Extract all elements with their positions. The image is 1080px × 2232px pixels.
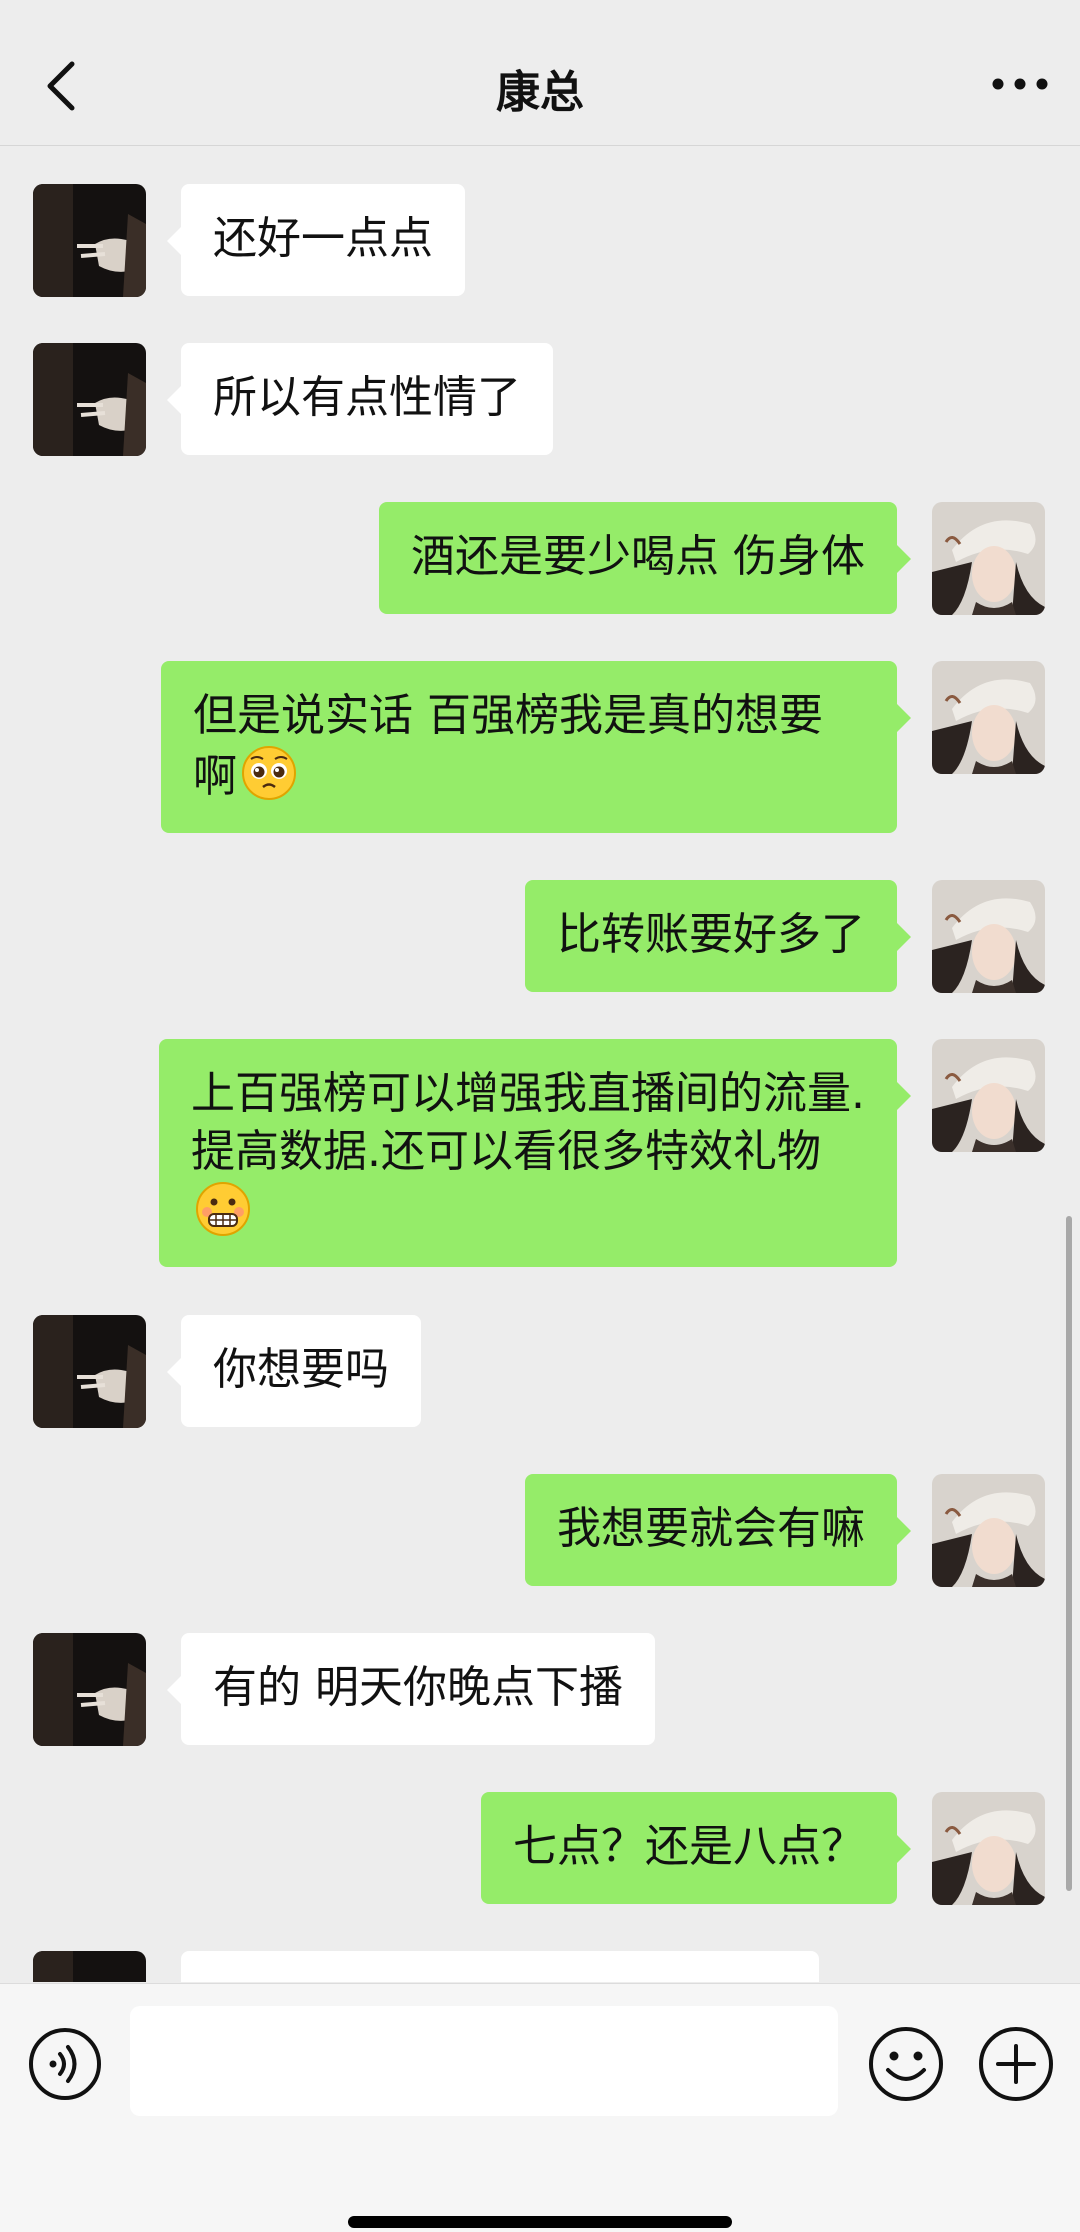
contact-avatar[interactable] (33, 1633, 146, 1746)
incoming-message[interactable]: 还好一点点 (167, 184, 465, 296)
message-text: 比转账要好多了 (557, 909, 865, 960)
contact-avatar[interactable] (33, 1315, 146, 1428)
contact-avatar[interactable] (33, 184, 146, 297)
pleading-face-emoji (242, 746, 296, 800)
my-avatar[interactable] (932, 502, 1045, 615)
scrollbar[interactable] (1066, 1216, 1072, 1891)
voice-icon[interactable] (27, 2026, 103, 2102)
message-text: 七点？还是八点？ (513, 1821, 865, 1872)
my-avatar[interactable] (932, 880, 1045, 993)
incoming-message[interactable]: 你想要吗 (167, 1315, 421, 1427)
contact-avatar[interactable] (33, 343, 146, 456)
message-input[interactable] (130, 2006, 838, 2116)
outgoing-message[interactable]: 上百强榜可以增强我直播间的流量.提高数据.还可以看很多特效礼物 (159, 1039, 911, 1267)
contact-avatar[interactable] (33, 1951, 146, 1982)
my-avatar[interactable] (932, 1474, 1045, 1587)
chat-title: 康总 (496, 67, 584, 118)
chat-header: 康总 (0, 0, 1080, 146)
incoming-message[interactable]: 所以有点性情了 (167, 343, 553, 455)
message-text: 有的 明天你晚点下播 (213, 1662, 623, 1713)
grimacing-face-emoji (196, 1182, 250, 1236)
message-text: 所以有点性情了 (213, 372, 521, 423)
my-avatar[interactable] (932, 661, 1045, 774)
home-indicator[interactable] (348, 2216, 732, 2228)
outgoing-message[interactable]: 七点？还是八点？ (481, 1792, 911, 1904)
outgoing-message[interactable]: 酒还是要少喝点 伤身体 (379, 502, 911, 614)
input-bar (0, 1983, 1080, 2232)
message-text: 上百强榜可以增强我直播间的流量.提高数据.还可以看很多特效礼物 (191, 1068, 865, 1177)
my-avatar[interactable] (932, 1792, 1045, 1905)
incoming-message-partial[interactable] (181, 1951, 819, 1982)
message-text: 你想要吗 (213, 1344, 389, 1395)
incoming-message[interactable]: 有的 明天你晚点下播 (167, 1633, 655, 1745)
message-text: 酒还是要少喝点 伤身体 (411, 531, 865, 582)
message-list[interactable]: 还好一点点 所以有点性情了 酒还是要少喝点 伤身体 但是说实话 百强榜我是真的想… (0, 146, 1080, 1982)
outgoing-message[interactable]: 比转账要好多了 (525, 880, 911, 992)
outgoing-message[interactable]: 但是说实话 百强榜我是真的想要啊 (161, 661, 911, 833)
message-text: 我想要就会有嘛 (557, 1503, 865, 1554)
smiley-face-icon[interactable] (866, 2024, 946, 2104)
plus-icon[interactable] (976, 2024, 1056, 2104)
outgoing-message[interactable]: 我想要就会有嘛 (525, 1474, 911, 1586)
message-text: 还好一点点 (213, 213, 433, 264)
more-dots-icon[interactable] (990, 68, 1050, 100)
my-avatar[interactable] (932, 1039, 1045, 1152)
